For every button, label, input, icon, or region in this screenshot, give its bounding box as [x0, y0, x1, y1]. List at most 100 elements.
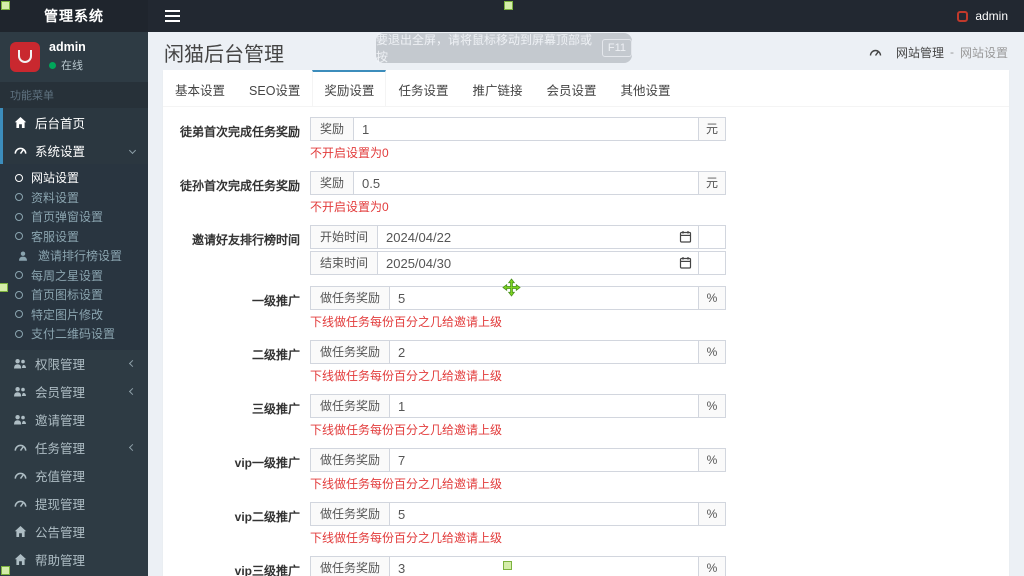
field-input[interactable] [390, 557, 698, 576]
breadcrumb: 网站管理 - 网站设置 [868, 44, 1008, 61]
sidebar-subitem-4[interactable]: 邀请排行榜设置 [0, 246, 148, 266]
circle-icon [15, 329, 23, 338]
sidebar-item-label: 帮助管理 [35, 554, 86, 568]
form-row-7: vip二级推广做任务奖励% 下线做任务每份百分之几给邀请上级 [168, 502, 994, 545]
input-group: 做任务奖励% [310, 502, 726, 526]
sidebar-item-9[interactable]: 帮助管理 [0, 546, 148, 574]
sidebar-subitem-5[interactable]: 每周之星设置 [0, 266, 148, 286]
calendar-icon[interactable] [679, 230, 692, 249]
field-input[interactable] [354, 118, 698, 140]
field-label: 二级推广 [251, 348, 300, 362]
home-icon [12, 525, 28, 538]
field-input[interactable] [390, 503, 698, 525]
sidebar-item-0[interactable]: 后台首页 [0, 108, 148, 136]
date-field-wrap [378, 252, 698, 274]
toast-key-badge: F11 [601, 39, 632, 57]
field-input[interactable] [390, 341, 698, 363]
input-addon: 奖励 [311, 118, 355, 140]
sidebar-item-3[interactable]: 会员管理 [0, 378, 148, 406]
sidebar-item-1[interactable]: 系统设置 [0, 136, 148, 164]
circle-icon [15, 271, 23, 280]
input-group: 开始时间 [310, 225, 726, 249]
gauge-icon [12, 497, 28, 510]
tab-2[interactable]: 奖励设置 [312, 70, 387, 106]
breadcrumb-item-current: 网站设置 [959, 45, 1008, 60]
tab-5[interactable]: 会员设置 [534, 70, 608, 106]
input-group: 做任务奖励% [310, 394, 726, 418]
field-controls: 做任务奖励% 下线做任务每份百分之几给邀请上级 [310, 448, 726, 491]
sidebar-item-label: 邀请管理 [35, 414, 86, 428]
field-label: 一级推广 [251, 294, 300, 308]
circle-icon [15, 310, 23, 319]
page-title: 闲猫后台管理 [164, 43, 284, 66]
sidebar-item-7[interactable]: 提现管理 [0, 490, 148, 518]
input-suffix: % [698, 287, 725, 309]
sidebar-item-label: 提现管理 [35, 498, 86, 512]
sidebar-item-label: 会员管理 [35, 386, 86, 400]
form-row-5: 三级推广做任务奖励% 下线做任务每份百分之几给邀请上级 [168, 394, 994, 437]
input-suffix: % [698, 503, 725, 525]
field-input[interactable] [354, 172, 698, 194]
sidebar-subitem-3[interactable]: 客服设置 [0, 227, 148, 247]
sidebar: admin 在线 功能菜单 后台首页 系统设置 网站设置 资料设置 首页弹窗设置 客服设置… [0, 32, 148, 576]
field-input[interactable] [390, 395, 698, 417]
date-input[interactable] [378, 226, 698, 248]
sidebar-subitem-6[interactable]: 首页图标设置 [0, 285, 148, 305]
sidebar-subitem-1[interactable]: 资料设置 [0, 188, 148, 208]
input-suffix: 元 [698, 172, 725, 194]
topbar-user-menu[interactable]: admin [957, 9, 1008, 23]
sidebar-subitem-8[interactable]: 支付二维码设置 [0, 324, 148, 344]
date-input[interactable] [378, 252, 698, 274]
sidebar-subitem-7[interactable]: 特定图片修改 [0, 305, 148, 325]
calendar-icon[interactable] [679, 256, 692, 275]
menu-section-label: 功能菜单 [0, 82, 148, 108]
avatar [10, 41, 40, 72]
tab-1[interactable]: SEO设置 [237, 70, 312, 106]
handle-top-center [504, 1, 513, 10]
user-icon [15, 250, 31, 262]
date-field-wrap [378, 226, 698, 248]
sidebar-subitem-label: 特定图片修改 [31, 307, 104, 322]
sidebar-item-8[interactable]: 公告管理 [0, 518, 148, 546]
sidebar-subitem-2[interactable]: 首页弹窗设置 [0, 207, 148, 227]
tab-6[interactable]: 其他设置 [608, 70, 682, 106]
input-group: 做任务奖励% [310, 340, 726, 364]
help-text: 下线做任务每份百分之几给邀请上级 [310, 423, 503, 437]
main-content: 闲猫后台管理 网站管理 - 网站设置 基本设置 SEO设置 奖励设置 任务设置 推广链接… [148, 32, 1024, 576]
field-label: 邀请好友排行榜时间 [191, 233, 300, 247]
input-group: 奖励 元 [310, 117, 726, 141]
field-controls: 做任务奖励% 下线做任务每份百分之几给邀请上级 [310, 340, 726, 383]
sidebar-subitem-label: 每周之星设置 [31, 268, 104, 283]
tab-0[interactable]: 基本设置 [163, 70, 237, 106]
online-status: 在线 [49, 57, 86, 73]
help-text: 不开启设置为0 [310, 200, 389, 214]
help-text: 不开启设置为0 [310, 146, 389, 160]
online-dot-icon [49, 61, 56, 69]
form-row-6: vip一级推广做任务奖励% 下线做任务每份百分之几给邀请上级 [168, 448, 994, 491]
circle-icon [15, 173, 23, 182]
sidebar-subitem-0[interactable]: 网站设置 [0, 168, 148, 188]
sidebar-subitem-label: 支付二维码设置 [31, 327, 116, 342]
app-brand[interactable]: 管理系统 [0, 0, 148, 32]
field-input[interactable] [390, 287, 698, 309]
field-label: vip二级推广 [234, 510, 300, 524]
sidebar-item-6[interactable]: 充值管理 [0, 462, 148, 490]
input-suffix-empty [698, 252, 725, 274]
field-input[interactable] [390, 449, 698, 471]
input-addon: 做任务奖励 [311, 287, 391, 309]
hamburger-icon[interactable] [161, 4, 184, 28]
sidebar-subitem-label: 首页弹窗设置 [31, 210, 104, 225]
input-addon: 开始时间 [311, 226, 379, 248]
form-row-3: 一级推广做任务奖励% 下线做任务每份百分之几给邀请上级 [168, 286, 994, 329]
sidebar-item-4[interactable]: 邀请管理 [0, 406, 148, 434]
sidebar-item-5[interactable]: 任务管理 [0, 434, 148, 462]
gauge-icon [12, 144, 28, 157]
tab-4[interactable]: 推广链接 [460, 70, 534, 106]
settings-card: 基本设置 SEO设置 奖励设置 任务设置 推广链接 会员设置 其他设置 徒弟首次完成任务奖励… [163, 70, 1009, 576]
home-icon [12, 553, 28, 566]
input-suffix: % [698, 341, 725, 363]
sidebar-item-2[interactable]: 权限管理 [0, 350, 148, 378]
tab-3[interactable]: 任务设置 [386, 70, 460, 106]
breadcrumb-item[interactable]: 网站管理 [896, 44, 944, 61]
users-icon [12, 357, 28, 370]
